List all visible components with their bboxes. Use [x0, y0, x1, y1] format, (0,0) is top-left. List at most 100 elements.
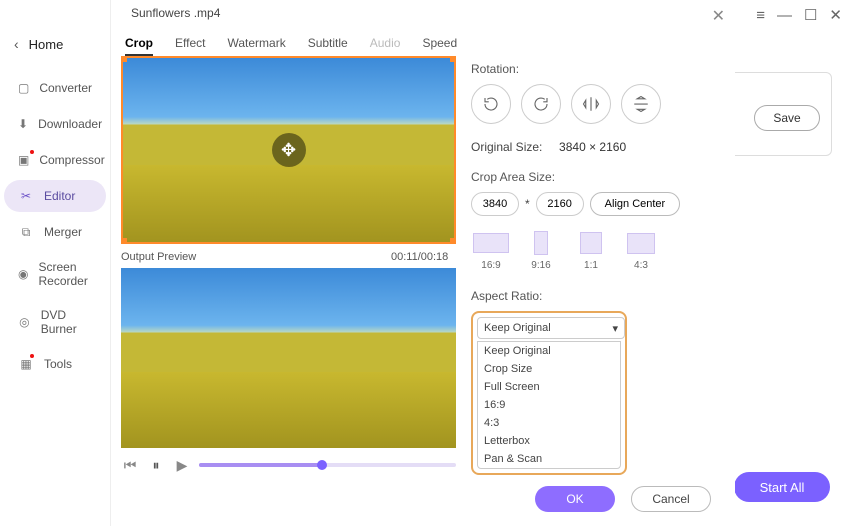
- sidebar-item-label: Downloader: [38, 117, 102, 131]
- maximize-icon[interactable]: ☐: [804, 6, 817, 24]
- player-controls: ⏮ ⏸ ▶: [121, 456, 456, 474]
- progress-fill: [199, 463, 322, 467]
- align-center-button[interactable]: Align Center: [590, 192, 681, 216]
- notification-dot: [30, 354, 34, 358]
- rotation-label: Rotation:: [471, 62, 726, 76]
- sidebar-item-converter[interactable]: ▢ Converter: [4, 72, 106, 104]
- times-symbol: *: [525, 197, 530, 211]
- rotate-ccw-button[interactable]: [471, 84, 511, 124]
- tab-speed[interactable]: Speed: [422, 36, 457, 56]
- home-nav[interactable]: ‹ Home: [0, 30, 110, 68]
- crop-handle-bl[interactable]: [121, 238, 127, 244]
- modal-title: Sunflowers .mp4: [131, 6, 220, 20]
- progress-thumb[interactable]: [317, 460, 327, 470]
- save-button[interactable]: Save: [754, 105, 820, 131]
- home-label: Home: [29, 37, 64, 52]
- start-all-button[interactable]: Start All: [734, 472, 830, 502]
- sidebar-item-downloader[interactable]: ⬇ Downloader: [4, 108, 106, 140]
- flip-vertical-button[interactable]: [621, 84, 661, 124]
- sidebar-item-label: Compressor: [39, 153, 104, 167]
- aspect-ratio-label: Aspect Ratio:: [471, 289, 726, 303]
- original-size-value: 3840 × 2160: [559, 140, 626, 154]
- preview-image: [121, 372, 456, 448]
- sidebar: ‹ Home ▢ Converter ⬇ Downloader ▣ Compre…: [0, 0, 110, 526]
- aspect-ratio-options: Keep Original Crop Size Full Screen 16:9…: [477, 341, 621, 469]
- aspect-option[interactable]: Letterbox: [478, 432, 620, 450]
- crop-handle-tr[interactable]: [450, 56, 456, 62]
- ratio-1-1[interactable]: 1:1: [571, 230, 611, 271]
- sidebar-item-merger[interactable]: ⧉ Merger: [4, 216, 106, 248]
- menu-icon[interactable]: ≡: [756, 7, 765, 24]
- editor-icon: ✂: [18, 188, 34, 204]
- aspect-option[interactable]: Crop Size: [478, 360, 620, 378]
- sidebar-item-label: Converter: [39, 81, 92, 95]
- ratio-4-3[interactable]: 4:3: [621, 230, 661, 271]
- preview-image: [121, 268, 456, 372]
- ok-button[interactable]: OK: [535, 486, 615, 512]
- prev-frame-icon[interactable]: ⏮: [121, 456, 139, 474]
- flip-horizontal-button[interactable]: [571, 84, 611, 124]
- editor-modal: Sunflowers .mp4 ✕ Crop Effect Watermark …: [110, 0, 735, 526]
- tab-audio: Audio: [370, 36, 401, 56]
- ratio-16-9[interactable]: 16:9: [471, 230, 511, 271]
- notification-dot: [30, 150, 34, 154]
- tab-subtitle[interactable]: Subtitle: [308, 36, 348, 56]
- progress-bar[interactable]: [199, 463, 456, 467]
- dvd-burner-icon: ◎: [18, 314, 31, 330]
- sidebar-item-label: Editor: [44, 189, 75, 203]
- aspect-ratio-dropdown[interactable]: Keep Original ▾ Keep Original Crop Size …: [471, 311, 627, 475]
- original-size-label: Original Size:: [471, 140, 542, 154]
- main-window-controls: ≡ — ☐ ✕: [756, 6, 842, 24]
- next-frame-icon[interactable]: ▶: [173, 456, 191, 474]
- sidebar-item-label: Tools: [44, 357, 72, 371]
- tab-crop[interactable]: Crop: [125, 36, 153, 56]
- aspect-option[interactable]: Full Screen: [478, 378, 620, 396]
- aspect-option[interactable]: Pan & Scan: [478, 450, 620, 468]
- chevron-down-icon: ▾: [612, 322, 618, 335]
- sidebar-item-compressor[interactable]: ▣ Compressor: [4, 144, 106, 176]
- tab-effect[interactable]: Effect: [175, 36, 205, 56]
- move-icon[interactable]: ✥: [272, 133, 306, 167]
- close-main-icon[interactable]: ✕: [829, 6, 842, 24]
- output-preview: [121, 268, 456, 448]
- cancel-button[interactable]: Cancel: [631, 486, 711, 512]
- crop-preview[interactable]: ✥: [121, 56, 456, 244]
- crop-handle-br[interactable]: [450, 238, 456, 244]
- crop-handle-tl[interactable]: [121, 56, 127, 62]
- chevron-left-icon: ‹: [14, 36, 19, 52]
- tools-icon: ▦: [18, 356, 34, 372]
- compressor-icon: ▣: [18, 152, 29, 168]
- crop-width-input[interactable]: [471, 192, 519, 216]
- aspect-selected-value: Keep Original: [484, 322, 551, 334]
- preview-image: [123, 165, 454, 242]
- aspect-option[interactable]: 4:3: [478, 414, 620, 432]
- original-size-row: Original Size: 3840 × 2160: [471, 140, 726, 154]
- converter-icon: ▢: [18, 80, 29, 96]
- tab-watermark[interactable]: Watermark: [227, 36, 285, 56]
- crop-controls: Rotation: Original Size: 3840 × 2160 Cro…: [471, 62, 726, 475]
- aspect-option[interactable]: Keep Original: [478, 342, 620, 360]
- time-display: 00:11/00:18: [391, 251, 448, 263]
- sidebar-item-editor[interactable]: ✂ Editor: [4, 180, 106, 212]
- editor-tabs: Crop Effect Watermark Subtitle Audio Spe…: [125, 36, 457, 56]
- crop-height-input[interactable]: [536, 192, 584, 216]
- sidebar-item-label: DVD Burner: [41, 308, 92, 336]
- aspect-ratio-select[interactable]: Keep Original ▾: [477, 317, 625, 339]
- downloader-icon: ⬇: [18, 116, 28, 132]
- sidebar-item-dvd-burner[interactable]: ◎ DVD Burner: [4, 300, 106, 344]
- merger-icon: ⧉: [18, 224, 34, 240]
- ratio-presets: 16:9 9:16 1:1 4:3: [471, 230, 726, 271]
- screen-recorder-icon: ◉: [18, 266, 28, 282]
- output-preview-label: Output Preview: [121, 251, 196, 263]
- sidebar-item-label: Screen Recorder: [38, 260, 92, 288]
- sidebar-item-label: Merger: [44, 225, 82, 239]
- aspect-option[interactable]: 16:9: [478, 396, 620, 414]
- minimize-icon[interactable]: —: [777, 7, 792, 24]
- rotate-cw-button[interactable]: [521, 84, 561, 124]
- sidebar-item-tools[interactable]: ▦ Tools: [4, 348, 106, 380]
- close-icon[interactable]: ✕: [712, 6, 725, 26]
- modal-footer: OK Cancel: [535, 486, 711, 512]
- sidebar-item-screen-recorder[interactable]: ◉ Screen Recorder: [4, 252, 106, 296]
- pause-icon[interactable]: ⏸: [147, 456, 165, 474]
- ratio-9-16[interactable]: 9:16: [521, 230, 561, 271]
